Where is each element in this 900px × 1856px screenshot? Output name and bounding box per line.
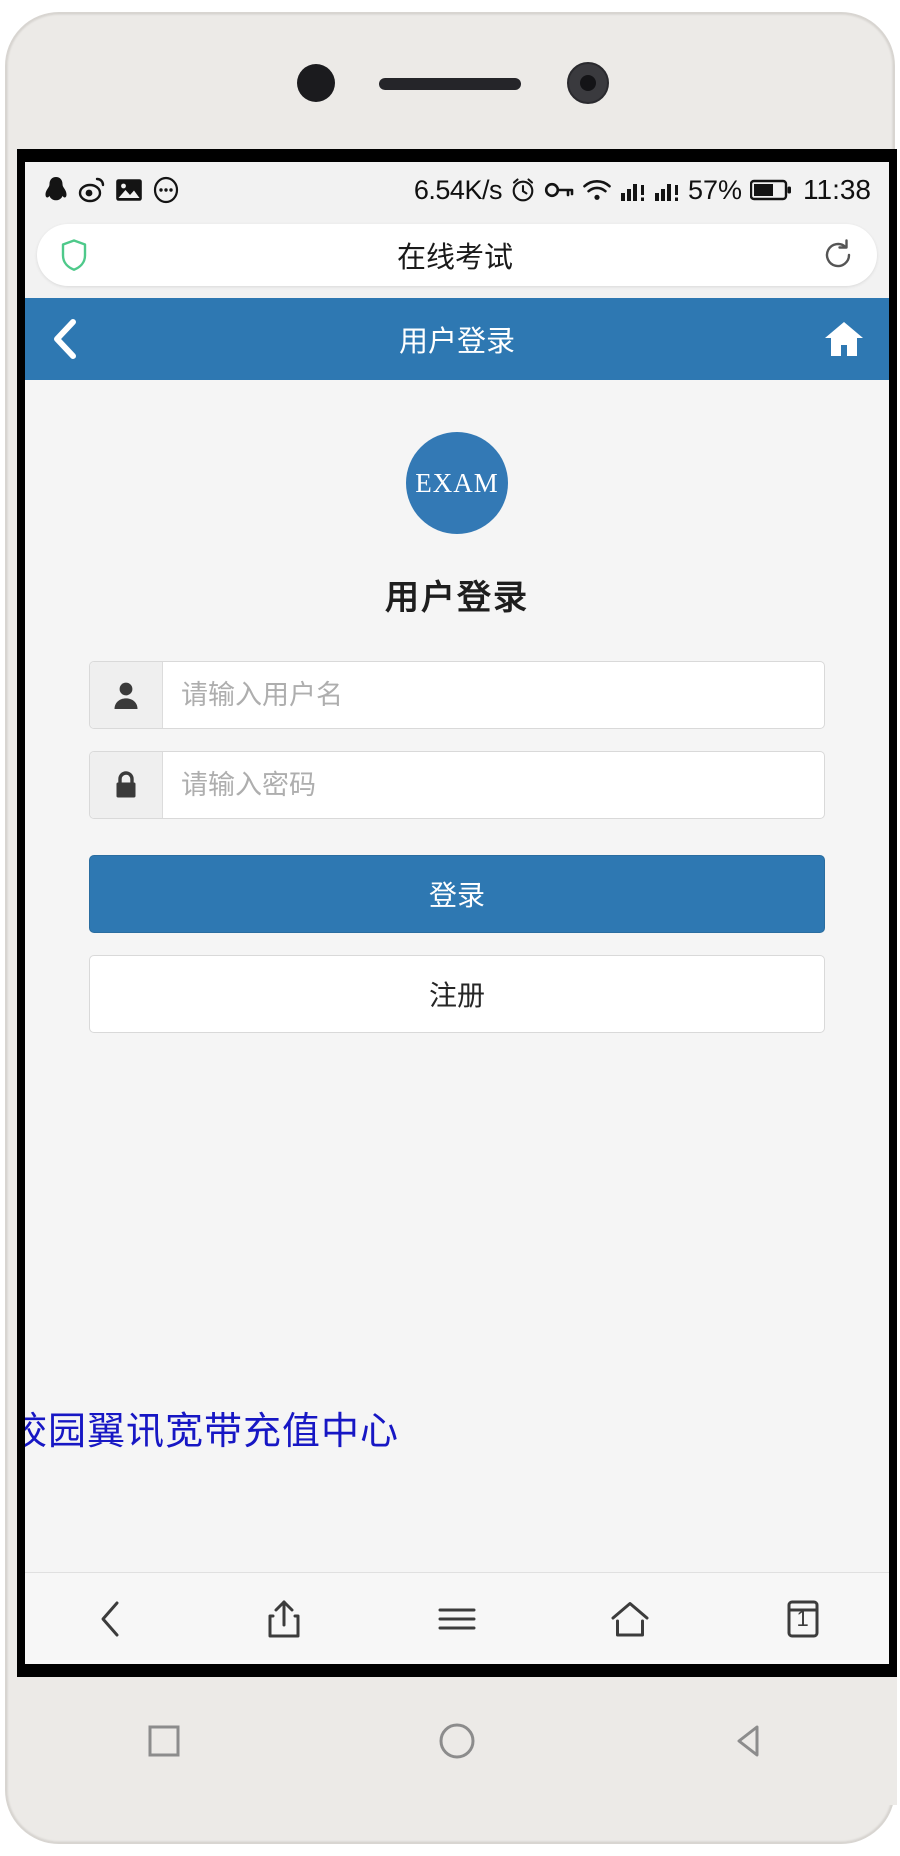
network-speed-label: 6.54K/s <box>413 174 503 205</box>
android-recents-button[interactable] <box>119 1696 209 1786</box>
browser-menu-button[interactable] <box>402 1584 512 1654</box>
refresh-icon[interactable] <box>821 238 855 272</box>
browser-tabs-button[interactable]: 1 <box>748 1584 858 1654</box>
menu-icon <box>437 1604 477 1634</box>
browser-home-button[interactable] <box>575 1584 685 1654</box>
vpn-key-icon <box>544 179 574 201</box>
clock-label: 11:38 <box>803 174 871 205</box>
share-icon <box>267 1599 301 1639</box>
exam-logo: EXAM <box>406 432 508 534</box>
password-input[interactable] <box>163 752 824 818</box>
status-bar-indicators: 6.54K/s 57% 11:38 <box>414 174 871 206</box>
page-navbar: 用户登录 <box>25 298 889 380</box>
android-status-bar: 6.54K/s 57% 11:38 <box>25 162 889 218</box>
image-icon <box>115 177 143 203</box>
triangle-icon <box>737 1725 759 1757</box>
more-dots-icon <box>152 176 180 204</box>
username-input[interactable] <box>163 662 824 728</box>
phone-screen: 6.54K/s 57% 11:38 在线考试 用户登录 EXAM 用户登录 请输… <box>25 162 889 1664</box>
lock-icon <box>90 752 163 818</box>
back-icon <box>94 1599 128 1639</box>
browser-urlbar[interactable]: 在线考试 <box>37 224 877 286</box>
home-icon <box>610 1600 650 1638</box>
wifi-icon <box>582 178 612 202</box>
chevron-left-icon <box>49 318 83 360</box>
page-title: 用户登录 <box>385 579 529 617</box>
android-navigation-bar <box>17 1677 897 1805</box>
phone-body: 6.54K/s 57% 11:38 在线考试 用户登录 EXAM 用户登录 请输… <box>5 12 897 1844</box>
weibo-icon <box>78 176 106 204</box>
browser-back-button[interactable] <box>56 1584 166 1654</box>
register-button[interactable]: 注册 <box>89 955 825 1033</box>
square-icon <box>148 1725 180 1757</box>
login-page-content: EXAM 用户登录 登录 <box>25 380 889 1632</box>
browser-share-button[interactable] <box>229 1584 339 1654</box>
password-field[interactable] <box>89 751 825 819</box>
front-camera-icon <box>567 62 609 104</box>
earpiece-speaker <box>379 78 521 90</box>
watermark-text: 校园翼讯宽带充值中心 <box>25 1411 400 1453</box>
login-button[interactable]: 登录 <box>89 855 825 933</box>
status-bar-notifications <box>43 176 180 204</box>
urlbar-title: 在线考试 <box>396 242 513 274</box>
tabs-count-label: 1 <box>796 1605 809 1631</box>
phone-top-bezel <box>7 14 893 154</box>
android-home-button[interactable] <box>412 1696 502 1786</box>
android-back-button[interactable] <box>705 1696 795 1786</box>
navbar-home-button[interactable] <box>823 319 865 359</box>
signal-1-icon <box>620 178 646 202</box>
circle-icon <box>439 1723 475 1759</box>
username-field[interactable] <box>89 661 825 729</box>
phone-frame: 6.54K/s 57% 11:38 在线考试 用户登录 EXAM 用户登录 请输… <box>0 0 900 1856</box>
proximity-sensor-icon <box>297 64 335 102</box>
signal-2-icon <box>654 178 680 202</box>
alarm-icon <box>510 177 536 203</box>
qq-icon <box>43 176 69 204</box>
user-icon <box>90 662 163 728</box>
browser-urlbar-container: 在线考试 <box>25 218 889 298</box>
login-form: 登录 注册 <box>25 661 889 1033</box>
navbar-title: 用户登录 <box>398 326 515 358</box>
battery-percent-label: 57% <box>687 174 742 205</box>
browser-bottom-toolbar: 1 <box>25 1572 889 1664</box>
battery-icon <box>749 178 792 202</box>
shield-icon <box>59 238 89 272</box>
home-icon <box>823 319 865 359</box>
navbar-back-button[interactable] <box>49 318 83 360</box>
